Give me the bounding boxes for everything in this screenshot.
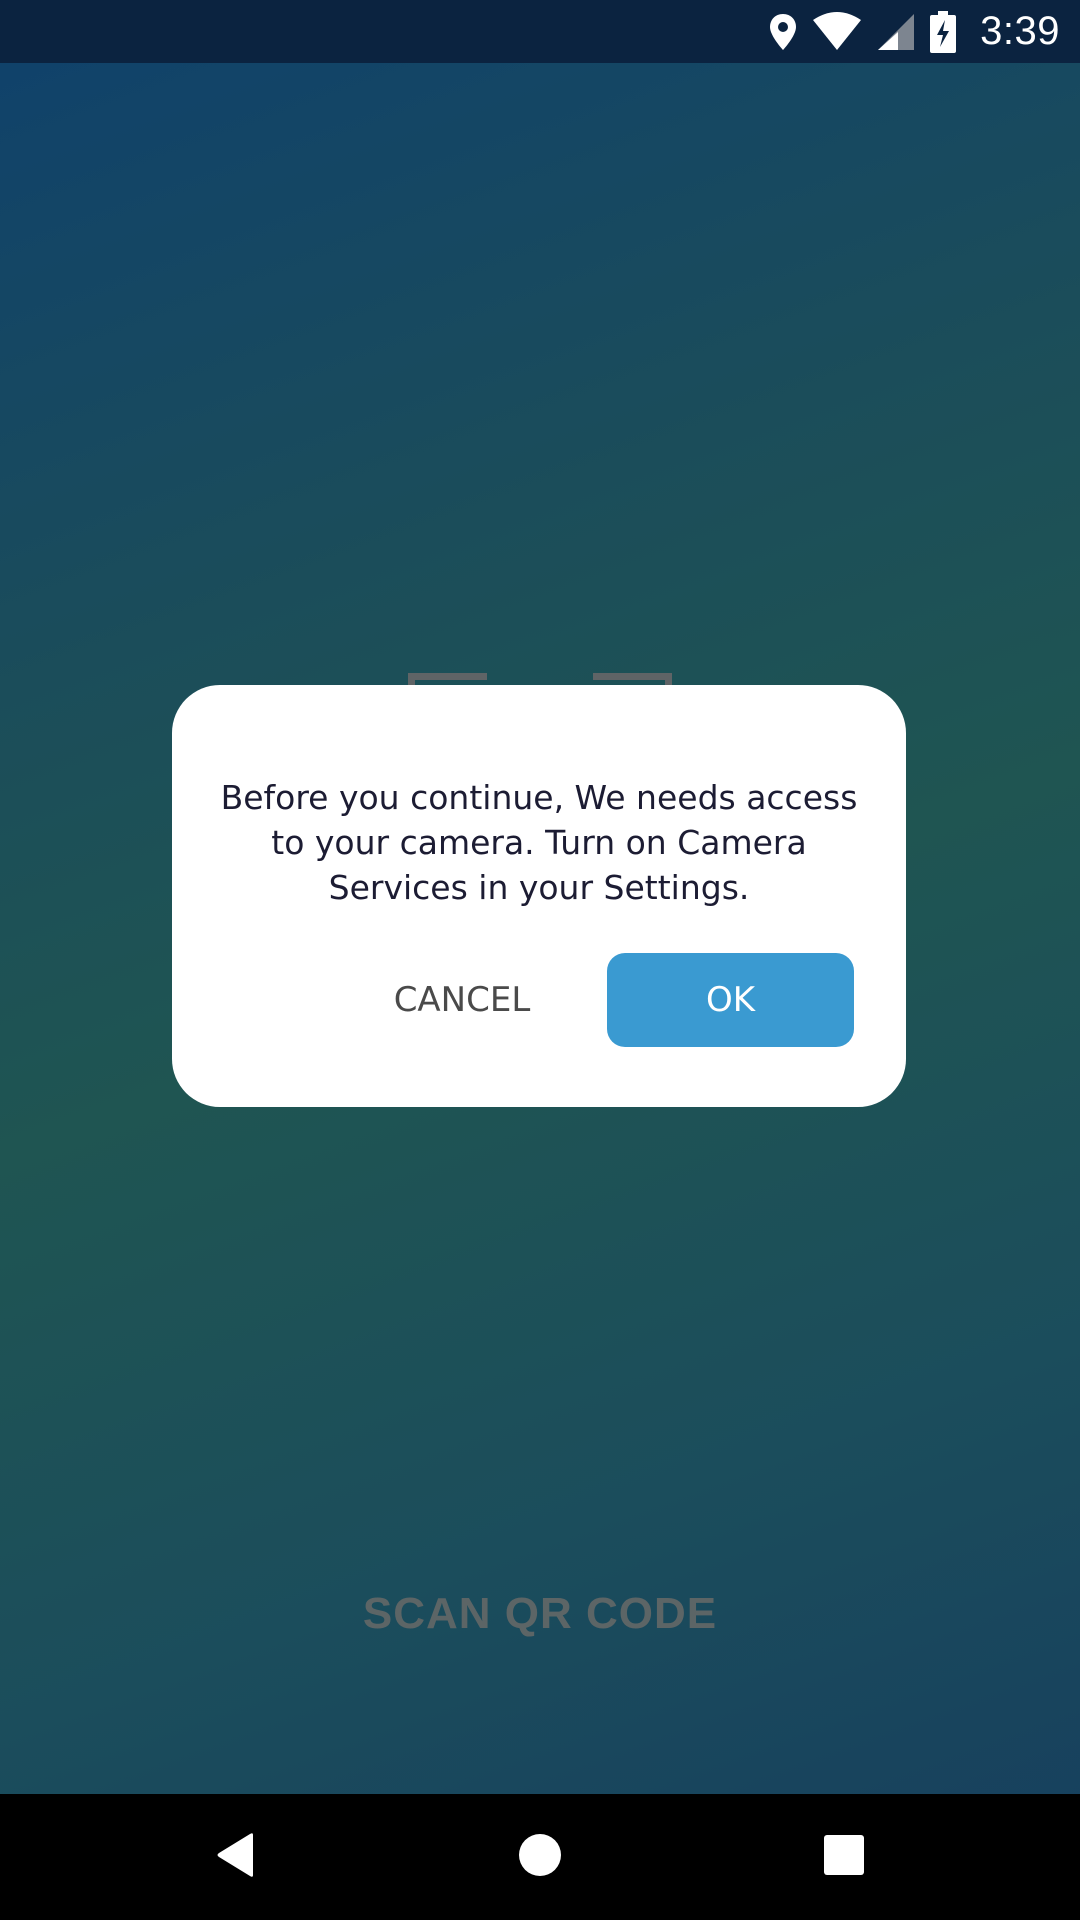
- back-button[interactable]: [172, 1794, 298, 1920]
- navigation-bar: [0, 1794, 1080, 1920]
- screen: 3:39 SCAN QR CODE Before you continue, W…: [0, 0, 1080, 1920]
- location-icon: [768, 12, 798, 52]
- scan-qr-code-button[interactable]: SCAN QR CODE: [0, 1589, 1080, 1639]
- home-button[interactable]: [477, 1794, 603, 1920]
- ok-button[interactable]: OK: [607, 953, 854, 1047]
- camera-permission-dialog: Before you continue, We needs access to …: [172, 685, 906, 1107]
- status-icons: 3:39: [768, 0, 1060, 63]
- wifi-icon: [812, 11, 862, 52]
- home-icon: [518, 1833, 562, 1882]
- cell-signal-icon: [876, 12, 916, 52]
- back-icon: [213, 1831, 257, 1884]
- recents-button[interactable]: [781, 1794, 907, 1920]
- dialog-message: Before you continue, We needs access to …: [220, 778, 858, 907]
- recents-icon: [824, 1834, 864, 1880]
- clock: 3:39: [980, 9, 1060, 53]
- status-bar: 3:39: [0, 0, 1080, 63]
- battery-charging-icon: [930, 10, 957, 53]
- cancel-button[interactable]: CANCEL: [362, 953, 562, 1047]
